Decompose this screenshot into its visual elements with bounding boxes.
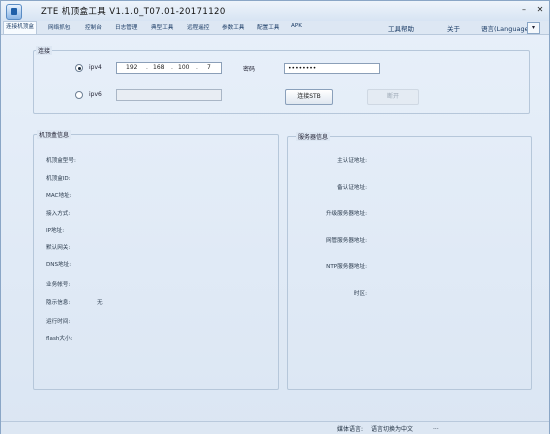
default-gateway-label: 默认网关: [46, 245, 71, 251]
status-language-value[interactable]: 语言切换为中文 [371, 424, 413, 433]
password-label: 密码 [243, 66, 256, 73]
ip-octet-4: 7 [207, 64, 211, 71]
ipv6-label: ipv6 [89, 91, 102, 98]
title-bar: ZTE 机顶盒工具 V1.1.0_T07.01-20171120 – ✕ [1, 1, 549, 21]
tab-connect-stb[interactable]: 连接机顶盒 [3, 21, 37, 34]
window-title: ZTE 机顶盒工具 V1.1.0_T07.01-20171120 [41, 7, 226, 17]
chevron-down-icon[interactable]: ▾ [527, 22, 540, 34]
stb-model-label: 机顶盒型号: [46, 158, 76, 164]
primary-auth-address-label: 主认证地址: [337, 158, 367, 164]
upgrade-server-address-label: 升级服务器地址: [325, 211, 367, 217]
status-extra: ... [433, 424, 439, 431]
ipv4-address-input[interactable]: 192 . 168 . 100 . 7 [116, 62, 222, 74]
tab-log-management[interactable]: 日志管理 [115, 23, 137, 31]
menu-bar: 连接机顶盒 网络抓包 控制台 日志管理 典型工具 远程遥控 参数工具 配置工具 … [1, 21, 549, 35]
ip-octet-1: 192 [126, 64, 138, 71]
tab-console[interactable]: 控制台 [85, 23, 102, 31]
minimize-button[interactable]: – [517, 4, 531, 16]
tab-packet-capture[interactable]: 网络抓包 [48, 23, 70, 31]
disconnect-button[interactable]: 断开 [367, 89, 419, 105]
ip-address-label: IP地址: [46, 228, 65, 234]
dns-address-label: DNS地址: [46, 262, 72, 268]
access-mode-label: 接入方式: [46, 211, 71, 217]
connect-group-title: 连接 [36, 46, 53, 55]
service-account-label: 业务帐号: [46, 282, 71, 288]
backup-auth-address-label: 备认证地址: [337, 185, 367, 191]
uptime-label: 运行时间: [46, 319, 71, 325]
ntp-server-address-label: NTP服务器地址: [326, 264, 367, 270]
close-button[interactable]: ✕ [533, 4, 547, 16]
stb-id-label: 机顶盒ID: [46, 176, 71, 182]
ip-octet-3: 100 [178, 64, 190, 71]
tab-parameter-tools[interactable]: 参数工具 [222, 23, 244, 31]
status-language-label: 媒体语言: [337, 426, 364, 433]
hidden-info-label: 隐示信息: [46, 300, 71, 306]
hidden-info-value: 无 [97, 300, 103, 306]
about-link[interactable]: 关于 [447, 23, 460, 33]
server-info-title: 服务器信息 [296, 132, 331, 141]
password-field[interactable]: •••••••• [284, 63, 380, 74]
language-menu[interactable]: 语言(Language) [481, 23, 531, 33]
ipv4-label: ipv4 [89, 64, 102, 71]
stb-info-title: 机顶盒信息 [37, 130, 72, 139]
timezone-label: 时区: [353, 291, 367, 297]
nms-server-address-label: 网管服务器地址: [325, 238, 367, 244]
connect-group [33, 50, 530, 114]
app-window: ZTE 机顶盒工具 V1.1.0_T07.01-20171120 – ✕ 连接机… [0, 0, 550, 434]
app-logo-icon [6, 4, 22, 20]
tab-typical-tools[interactable]: 典型工具 [151, 23, 173, 31]
status-bar: 媒体语言: 语言切换为中文 ... [1, 421, 549, 434]
tab-remote-control[interactable]: 远程遥控 [187, 23, 209, 31]
flash-size-label: flash大小: [46, 336, 73, 342]
tool-help-link[interactable]: 工具帮助 [388, 23, 414, 33]
tab-config-tools[interactable]: 配置工具 [257, 23, 279, 31]
ipv4-radio[interactable] [75, 64, 83, 72]
ip-octet-2: 168 [153, 64, 165, 71]
ipv6-address-input[interactable] [116, 89, 222, 101]
connect-stb-button[interactable]: 连接STB [285, 89, 333, 105]
ipv6-radio[interactable] [75, 91, 83, 99]
mac-address-label: MAC地址: [46, 193, 72, 199]
tab-apk[interactable]: APK [291, 23, 302, 29]
